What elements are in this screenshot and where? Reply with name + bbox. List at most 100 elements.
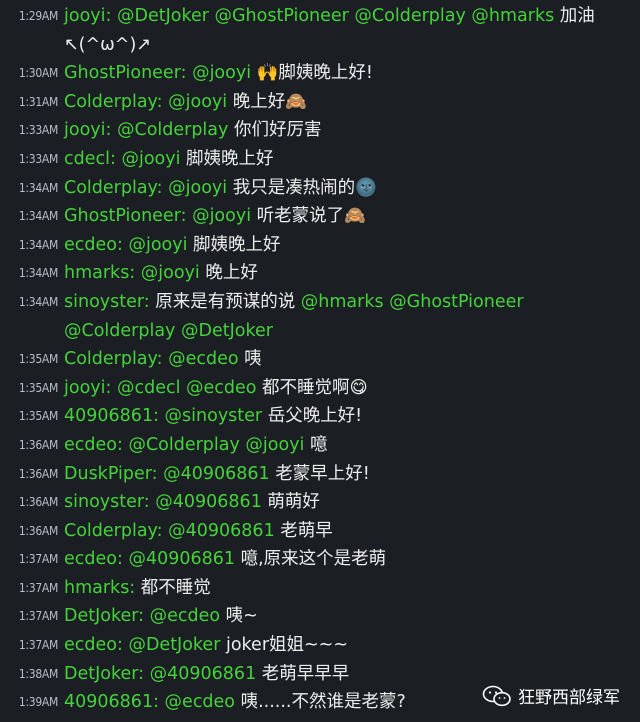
message-body: Colderplay: @jooyi 我只是凑热闹的🌚 — [64, 174, 640, 203]
chat-message: 1:37AM hmarks: 都不睡觉 — [0, 574, 640, 603]
mention[interactable]: @jooyi — [168, 92, 227, 112]
mention[interactable]: @Colderplay — [117, 120, 228, 140]
timestamp: 1:33AM — [18, 151, 58, 166]
timestamp: 1:35AM — [18, 409, 58, 424]
chat-message: 1:36AM DuskPiper: @40906861 老蒙早上好! — [0, 460, 640, 489]
mention[interactable]: @cdecl @ecdeo — [117, 378, 257, 398]
mention[interactable]: @40906861 — [168, 521, 275, 541]
chat-message: 1:34AM hmarks: @jooyi 晚上好 — [0, 259, 640, 288]
message-body: ecdeo: @DetJoker joker姐姐~~~ — [64, 631, 640, 660]
timestamp: 1:37AM — [18, 638, 58, 653]
chat-message: 1:29AM jooyi: @DetJoker @GhostPioneer @C… — [0, 2, 640, 59]
mention[interactable]: @40906861 — [163, 464, 270, 484]
mention[interactable]: @jooyi — [168, 178, 227, 198]
nickname[interactable]: GhostPioneer: — [64, 206, 186, 226]
timestamp: 1:37AM — [18, 609, 58, 624]
timestamp: 1:35AM — [18, 352, 58, 367]
nickname[interactable]: cdecl: — [64, 149, 116, 169]
nickname[interactable]: ecdeo: — [64, 435, 123, 455]
message-text: 你们好厉害 — [228, 120, 322, 141]
chat-message: 1:33AM cdecl: @jooyi 脚姨晚上好 — [0, 145, 640, 174]
message-text: 噫,原来这个是老萌 — [235, 549, 387, 570]
nickname[interactable]: hmarks: — [64, 263, 135, 283]
message-body: jooyi: @cdecl @ecdeo 都不睡觉啊😋 — [64, 374, 640, 403]
mention[interactable]: @jooyi — [128, 235, 187, 255]
message-body: ecdeo: @jooyi 脚姨晚上好 — [64, 231, 640, 260]
message-body: sinoyster: 原来是有预谋的说 @hmarks @GhostPionee… — [64, 288, 640, 345]
mention[interactable]: @jooyi — [192, 63, 251, 83]
message-body: hmarks: 都不睡觉 — [64, 574, 640, 603]
message-text: 原来是有预谋的说 — [149, 291, 301, 312]
nickname[interactable]: 40906861: — [64, 406, 159, 426]
chat-message: 1:35AM Colderplay: @ecdeo 咦 — [0, 345, 640, 374]
mention[interactable]: @DetJoker — [128, 635, 220, 655]
message-body: DuskPiper: @40906861 老蒙早上好! — [64, 460, 640, 489]
mention[interactable]: @40906861 — [150, 664, 257, 684]
timestamp: 1:36AM — [18, 523, 58, 538]
message-body: jooyi: @Colderplay 你们好厉害 — [64, 116, 640, 145]
timestamp: 1:37AM — [18, 580, 58, 595]
message-body: ecdeo: @Colderplay @jooyi 噫 — [64, 431, 640, 460]
mention[interactable]: @jooyi — [192, 206, 251, 226]
chat-message: 1:36AM ecdeo: @Colderplay @jooyi 噫 — [0, 431, 640, 460]
message-text: 脚姨晚上好 — [187, 234, 281, 255]
message-text: 咦~ — [220, 606, 258, 627]
timestamp: 1:31AM — [18, 94, 58, 109]
mention[interactable]: @jooyi — [121, 149, 180, 169]
message-body: GhostPioneer: @jooyi 听老蒙说了🙈 — [64, 202, 640, 231]
message-body: Colderplay: @40906861 老萌早 — [64, 517, 640, 546]
watermark-label: 狂野西部绿军 — [518, 688, 620, 708]
timestamp: 1:34AM — [18, 237, 58, 252]
chat-message: 1:34AM GhostPioneer: @jooyi 听老蒙说了🙈 — [0, 202, 640, 231]
nickname[interactable]: ecdeo: — [64, 549, 123, 569]
message-body: jooyi: @DetJoker @GhostPioneer @Colderpl… — [64, 2, 640, 59]
mention[interactable]: @Colderplay @jooyi — [128, 435, 304, 455]
nickname[interactable]: hmarks: — [64, 578, 135, 598]
nickname[interactable]: Colderplay: — [64, 349, 163, 369]
chat-message: 1:34AM ecdeo: @jooyi 脚姨晚上好 — [0, 231, 640, 260]
message-text: 老萌早早早 — [256, 663, 350, 684]
timestamp: 1:34AM — [18, 294, 58, 309]
nickname[interactable]: Colderplay: — [64, 178, 163, 198]
timestamp: 1:34AM — [18, 209, 58, 224]
nickname[interactable]: ecdeo: — [64, 235, 123, 255]
mention[interactable]: @ecdeo — [168, 349, 238, 369]
mention[interactable]: @ecdeo — [165, 692, 235, 712]
mention[interactable]: @jooyi — [141, 263, 200, 283]
mention[interactable]: @ecdeo — [150, 606, 220, 626]
mention[interactable]: @sinoyster — [165, 406, 263, 426]
message-text: 咦......不然谁是老蒙? — [235, 692, 406, 713]
message-text: 我只是凑热闹的🌚 — [227, 177, 377, 198]
nickname[interactable]: DetJoker: — [64, 664, 144, 684]
chat-message: 1:34AM sinoyster: 原来是有预谋的说 @hmarks @Ghos… — [0, 288, 640, 345]
chat-message: 1:36AM sinoyster: @40906861 萌萌好 — [0, 488, 640, 517]
message-text: 老蒙早上好! — [269, 463, 370, 484]
mention[interactable]: @40906861 — [155, 492, 262, 512]
chat-log: 1:29AM jooyi: @DetJoker @GhostPioneer @C… — [0, 0, 640, 717]
chat-message: 1:37AM ecdeo: @DetJoker joker姐姐~~~ — [0, 631, 640, 660]
nickname[interactable]: jooyi: — [64, 378, 111, 398]
message-body: sinoyster: @40906861 萌萌好 — [64, 488, 640, 517]
timestamp: 1:36AM — [18, 437, 58, 452]
message-text: 晚上好🙈 — [227, 91, 307, 112]
mention[interactable]: @40906861 — [128, 549, 235, 569]
nickname[interactable]: 40906861: — [64, 692, 159, 712]
mention[interactable]: @DetJoker @GhostPioneer @Colderplay @hma… — [117, 6, 554, 26]
nickname[interactable]: jooyi: — [64, 6, 111, 26]
nickname[interactable]: Colderplay: — [64, 521, 163, 541]
nickname[interactable]: DetJoker: — [64, 606, 144, 626]
nickname[interactable]: jooyi: — [64, 120, 111, 140]
timestamp: 1:33AM — [18, 123, 58, 138]
message-text: joker姐姐~~~ — [220, 635, 348, 656]
nickname[interactable]: sinoyster: — [64, 492, 150, 512]
chat-message: 1:33AM jooyi: @Colderplay 你们好厉害 — [0, 116, 640, 145]
nickname[interactable]: Colderplay: — [64, 92, 163, 112]
nickname[interactable]: DuskPiper: — [64, 464, 158, 484]
nickname[interactable]: GhostPioneer: — [64, 63, 186, 83]
nickname[interactable]: sinoyster: — [64, 292, 150, 312]
timestamp: 1:35AM — [18, 380, 58, 395]
message-body: GhostPioneer: @jooyi 🙌脚姨晚上好! — [64, 59, 640, 88]
nickname[interactable]: ecdeo: — [64, 635, 123, 655]
message-body: DetJoker: @ecdeo 咦~ — [64, 602, 640, 631]
timestamp: 1:36AM — [18, 495, 58, 510]
